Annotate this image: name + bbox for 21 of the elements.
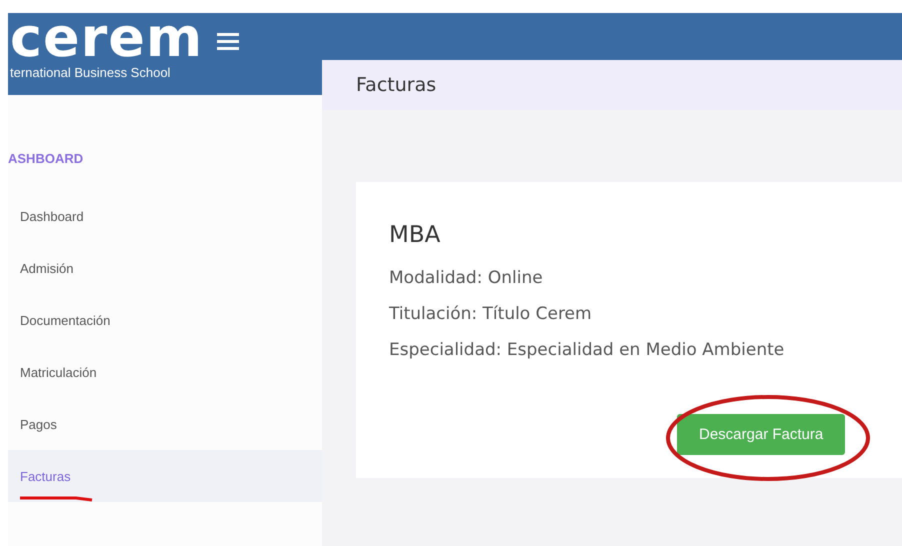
card-detail: Titulación: Título Cerem <box>389 303 593 326</box>
sidebar-item-label[interactable]: Facturas <box>20 468 71 484</box>
page-title: Facturas <box>356 74 436 96</box>
logo-subtitle: ternational Business School <box>10 65 172 80</box>
card-title: MBA <box>389 222 442 248</box>
sidebar-item[interactable]: Facturas <box>8 450 322 502</box>
sidebar-item[interactable]: Pagos <box>8 398 322 450</box>
sidebar-item-label[interactable]: Documentación <box>20 312 110 328</box>
sidebar-item[interactable]: Dashboard <box>8 190 322 242</box>
card-detail: Especialidad: Especialidad en Medio Ambiente <box>389 339 786 362</box>
sidebar-item[interactable]: Matriculación <box>8 346 322 398</box>
sidebar-item-label[interactable]: Matriculación <box>20 364 97 380</box>
sidebar-item[interactable]: Documentación <box>8 294 322 346</box>
sidebar-item[interactable]: Admisión <box>8 242 322 294</box>
sidebar-item-label[interactable]: Dashboard <box>20 208 84 224</box>
sidebar-heading: ASHBOARD <box>8 151 84 166</box>
sidebar-item-label[interactable]: Admisión <box>20 260 74 276</box>
sidebar-item-label[interactable]: Pagos <box>20 416 57 432</box>
menu-icon[interactable] <box>217 32 240 50</box>
card-detail: Modalidad: Online <box>389 267 544 290</box>
logo-text: cerem <box>10 16 204 60</box>
